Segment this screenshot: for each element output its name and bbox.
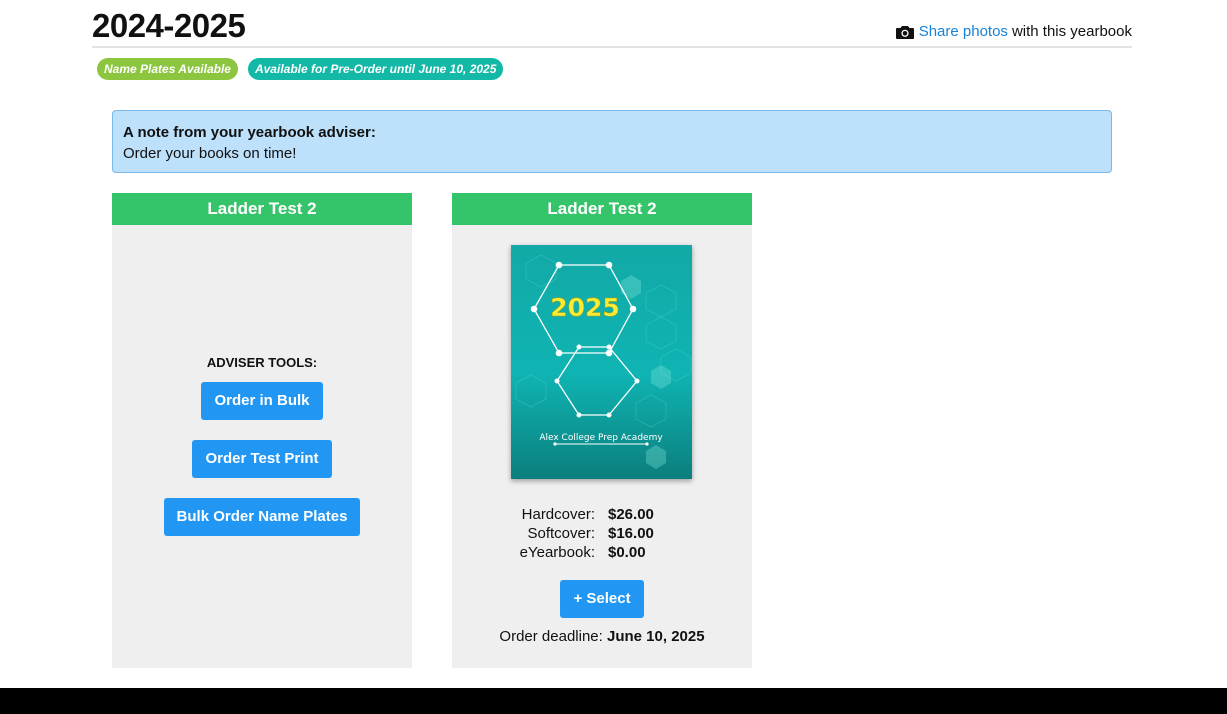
page-footer (0, 688, 1227, 714)
preorder-badge: Available for Pre-Order until June 10, 2… (247, 58, 504, 80)
order-deadline: Order deadline: June 10, 2025 (452, 628, 752, 646)
adviser-note-body: Order your books on time! (123, 145, 297, 162)
page-title: 2024-2025 (92, 7, 246, 44)
bulk-order-name-plates-button[interactable]: Bulk Order Name Plates (163, 498, 361, 536)
adviser-tools-label: ADVISER TOOLS: (206, 355, 318, 370)
cover-year-text: 2025 (550, 293, 620, 322)
select-button[interactable]: + Select (560, 580, 644, 618)
name-plates-badge: Name Plates Available (97, 58, 238, 80)
price-label: Hardcover: (521, 506, 595, 523)
select-wrap: + Select (452, 580, 752, 618)
share-photos: Share photos with this yearbook (895, 22, 1132, 42)
price-row-eyearbook: eYearbook: $0.00 (452, 543, 752, 562)
price-row-hardcover: Hardcover: $26.00 (452, 505, 752, 524)
price-list: Hardcover: $26.00 Softcover: $16.00 eYea… (452, 505, 752, 562)
camera-icon[interactable] (895, 25, 914, 39)
order-test-print-button[interactable]: Order Test Print (192, 440, 332, 478)
yearbook-card: Ladder Test 2 2025 Alex College Prep Aca… (452, 193, 752, 668)
order-deadline-date: June 10, 2025 (607, 628, 705, 645)
yearbook-card-title: Ladder Test 2 (452, 193, 752, 225)
adviser-note: A note from your yearbook adviser: Order… (112, 110, 1112, 173)
status-badges: Name Plates Available Available for Pre-… (97, 58, 504, 80)
yearbook-cover-image[interactable]: 2025 Alex College Prep Academy (511, 245, 692, 479)
adviser-card-title: Ladder Test 2 (112, 193, 412, 225)
adviser-note-title: A note from your yearbook adviser: (123, 124, 376, 141)
price-value: $16.00 (608, 525, 654, 542)
share-photos-link[interactable]: Share photos (919, 22, 1008, 42)
order-deadline-label: Order deadline: (499, 628, 603, 645)
adviser-tools: ADVISER TOOLS: Order in Bulk Order Test … (112, 355, 412, 556)
page-header: 2024-2025 Share photos with this yearboo… (92, 8, 1132, 48)
share-photos-suffix: with this yearbook (1011, 23, 1132, 40)
adviser-tools-card: Ladder Test 2 ADVISER TOOLS: Order in Bu… (112, 193, 412, 668)
price-label: Softcover: (527, 525, 595, 542)
price-row-softcover: Softcover: $16.00 (452, 524, 752, 543)
price-value: $26.00 (608, 506, 654, 523)
price-label: eYearbook: (519, 544, 595, 561)
cover-school-text: Alex College Prep Academy (539, 433, 663, 443)
price-value: $0.00 (608, 544, 646, 561)
order-in-bulk-button[interactable]: Order in Bulk (201, 382, 323, 420)
